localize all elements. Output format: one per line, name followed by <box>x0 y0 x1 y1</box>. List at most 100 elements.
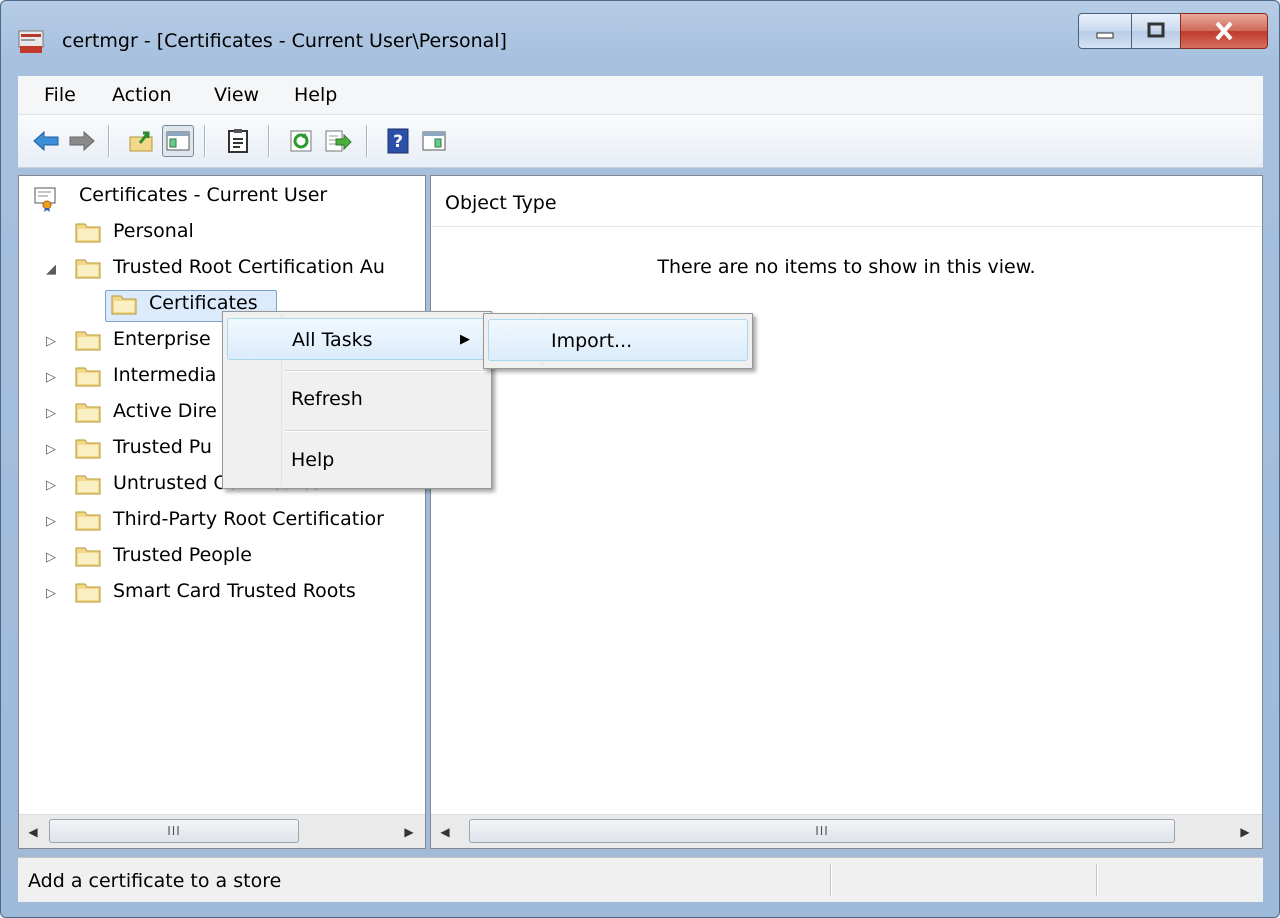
tree-item-label: Trusted Root Certification Au <box>113 256 385 278</box>
up-one-level-button[interactable] <box>126 125 158 157</box>
folder-icon <box>75 223 101 243</box>
collapsed-arrow-icon[interactable]: ▷ <box>45 407 57 420</box>
menu-item-label: Refresh <box>291 388 363 410</box>
tree-item-label: Active Dire <box>113 400 217 422</box>
all-tasks-submenu: Import... <box>483 313 753 369</box>
scroll-right-arrow-icon[interactable]: ▶ <box>1235 823 1255 841</box>
empty-list-message: There are no items to show in this view. <box>657 256 1036 278</box>
properties-button[interactable] <box>222 125 254 157</box>
toolbar-separator <box>108 125 110 157</box>
menu-file[interactable]: File <box>44 84 76 106</box>
certificate-store-icon <box>34 187 56 212</box>
tree-root-label: Certificates - Current User <box>79 184 328 206</box>
tree-item-label: Smart Card Trusted Roots <box>113 580 356 602</box>
close-button[interactable] <box>1180 13 1268 49</box>
tree-item-label: Trusted Pu <box>113 436 212 458</box>
toolbar-separator <box>268 125 270 157</box>
export-list-icon <box>325 130 352 152</box>
status-divider <box>830 864 832 896</box>
menu-separator <box>285 430 487 432</box>
tree-item-third-party-root[interactable]: ▷ Third-Party Root Certificatior <box>19 504 425 540</box>
toolbar-separator <box>204 125 206 157</box>
submenu-arrow-icon: ▶ <box>460 332 470 347</box>
menu-item-label: Help <box>291 449 335 471</box>
collapsed-arrow-icon[interactable]: ▷ <box>45 515 57 528</box>
folder-icon <box>75 331 101 351</box>
context-menu: All Tasks ▶ Refresh Help <box>222 311 492 489</box>
refresh-button[interactable] <box>286 125 318 157</box>
console-tree-pane[interactable]: Certificates - Current User Personal ◢ T… <box>18 175 426 849</box>
status-bar: Add a certificate to a store <box>18 857 1263 902</box>
folder-icon <box>75 511 101 531</box>
tree-root[interactable]: Certificates - Current User <box>19 180 425 216</box>
forward-arrow-icon <box>69 130 95 152</box>
maximize-button[interactable] <box>1131 13 1181 49</box>
scrollbar-thumb[interactable]: III <box>469 819 1175 843</box>
help-icon: ? <box>387 128 409 154</box>
tree-item-smart-card[interactable]: ▷ Smart Card Trusted Roots <box>19 576 425 612</box>
refresh-icon <box>290 130 312 152</box>
scroll-left-arrow-icon[interactable]: ◀ <box>435 823 455 841</box>
tree-item-label: Third-Party Root Certificatior <box>113 508 384 530</box>
close-icon <box>1215 21 1233 41</box>
tree-item-label: Enterprise <box>113 328 211 350</box>
tree-item-label: Trusted People <box>113 544 252 566</box>
scroll-left-arrow-icon[interactable]: ◀ <box>23 823 43 841</box>
submenu-item-import[interactable]: Import... <box>488 319 748 361</box>
folder-icon <box>111 295 137 315</box>
show-hide-action-pane-button[interactable] <box>418 125 450 157</box>
window-title: certmgr - [Certificates - Current User\P… <box>62 30 507 52</box>
status-text: Add a certificate to a store <box>28 870 282 892</box>
menu-action[interactable]: Action <box>112 84 172 106</box>
up-folder-icon <box>129 131 153 152</box>
column-header[interactable]: Object Type <box>431 176 1262 227</box>
menu-help[interactable]: Help <box>294 84 337 106</box>
context-menu-item-help[interactable]: Help <box>227 439 487 481</box>
context-menu-item-all-tasks[interactable]: All Tasks ▶ <box>227 318 487 360</box>
svg-text:?: ? <box>393 132 403 152</box>
properties-icon <box>228 129 248 153</box>
tree-item-trusted-people[interactable]: ▷ Trusted People <box>19 540 425 576</box>
collapsed-arrow-icon[interactable]: ▷ <box>45 551 57 564</box>
show-hide-action-pane-icon <box>422 131 446 151</box>
right-horizontal-scrollbar[interactable]: ◀ III ▶ <box>431 814 1262 848</box>
folder-icon <box>75 583 101 603</box>
tree-item-label: Personal <box>113 220 194 242</box>
folder-icon <box>75 475 101 495</box>
scroll-right-arrow-icon[interactable]: ▶ <box>399 823 419 841</box>
show-hide-console-tree-button[interactable] <box>162 125 194 157</box>
menu-separator <box>285 370 487 372</box>
forward-button[interactable] <box>66 125 98 157</box>
toolbar: ? <box>18 115 1263 168</box>
column-header-object-type[interactable]: Object Type <box>445 192 557 214</box>
scrollbar-grip: III <box>167 824 181 838</box>
results-pane[interactable]: Object Type There are no items to show i… <box>430 175 1263 849</box>
context-menu-item-refresh[interactable]: Refresh <box>227 378 487 420</box>
folder-icon <box>75 367 101 387</box>
folder-icon <box>75 403 101 423</box>
menu-item-label: All Tasks <box>292 329 373 351</box>
tree-item-trusted-root[interactable]: ◢ Trusted Root Certification Au <box>19 252 425 288</box>
maximize-icon <box>1147 22 1165 38</box>
collapsed-arrow-icon[interactable]: ▷ <box>45 371 57 384</box>
scrollbar-thumb[interactable]: III <box>49 819 299 843</box>
minimize-button[interactable] <box>1078 13 1132 49</box>
left-horizontal-scrollbar[interactable]: ◀ III ▶ <box>19 814 425 848</box>
help-button[interactable]: ? <box>382 125 414 157</box>
show-hide-console-tree-icon <box>166 131 190 151</box>
menu-view[interactable]: View <box>214 84 259 106</box>
scrollbar-grip: III <box>815 824 829 838</box>
minimize-icon <box>1096 32 1114 39</box>
export-list-button[interactable] <box>322 125 354 157</box>
tree-item-label: Intermedia <box>113 364 217 386</box>
tree-item-personal[interactable]: Personal <box>19 216 425 252</box>
expanded-arrow-icon[interactable]: ◢ <box>45 263 57 276</box>
menu-item-label: Import... <box>551 330 633 352</box>
collapsed-arrow-icon[interactable]: ▷ <box>45 479 57 492</box>
collapsed-arrow-icon[interactable]: ▷ <box>45 587 57 600</box>
collapsed-arrow-icon[interactable]: ▷ <box>45 335 57 348</box>
certificate-manager-icon <box>18 30 44 53</box>
collapsed-arrow-icon[interactable]: ▷ <box>45 443 57 456</box>
status-divider <box>1096 864 1098 896</box>
back-button[interactable] <box>30 125 62 157</box>
